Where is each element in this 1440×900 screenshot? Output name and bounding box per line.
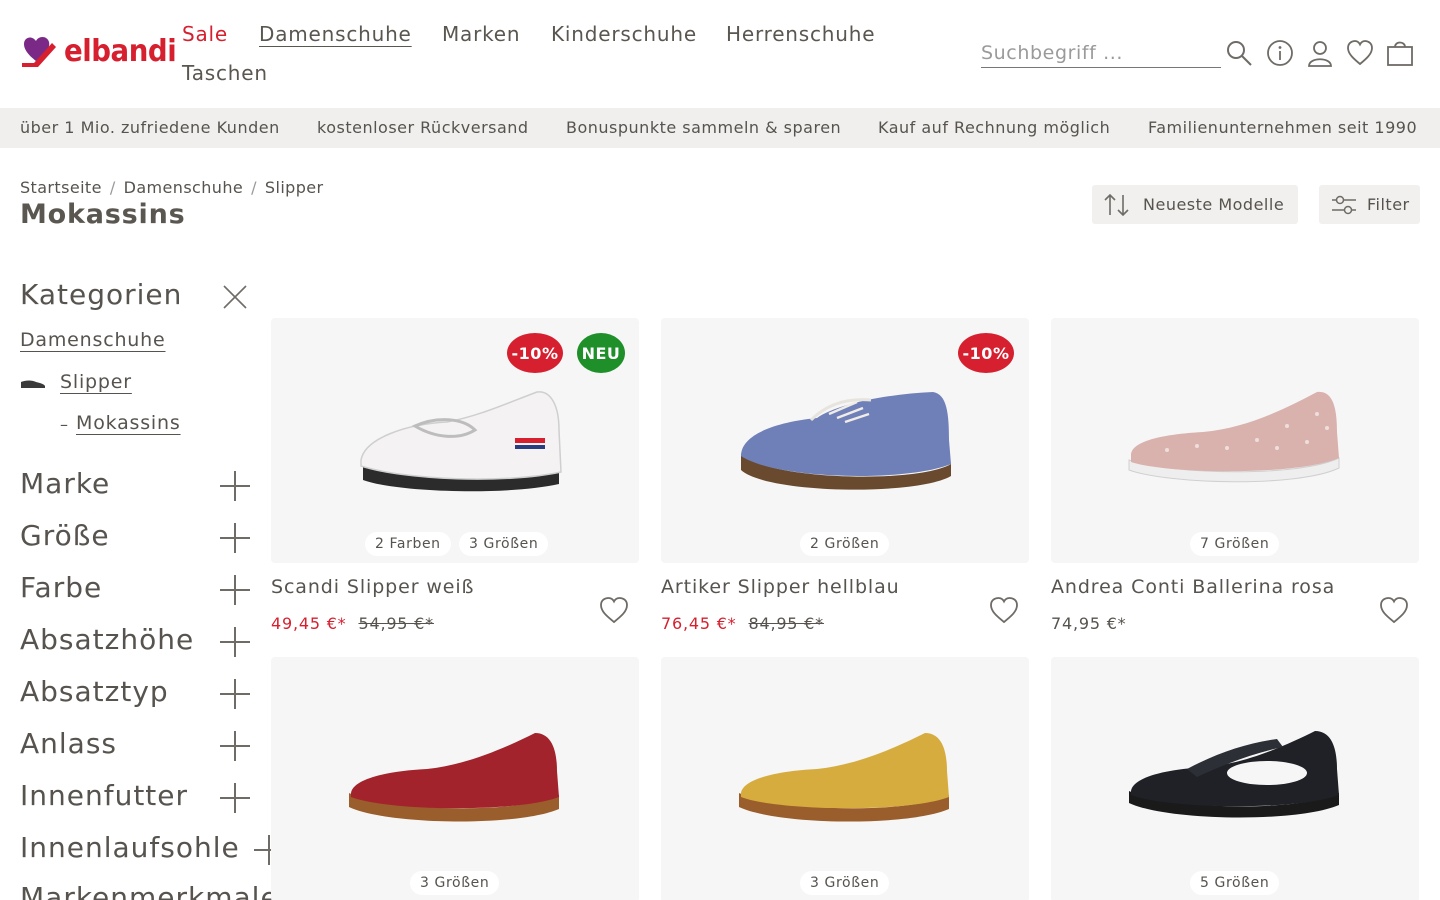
- product-name[interactable]: Andrea Conti Ballerina rosa: [1051, 576, 1335, 598]
- sizes-chip: 3 Größen: [800, 871, 890, 895]
- category-mokassins[interactable]: Mokassins: [76, 412, 181, 434]
- filter-label: Filter: [1367, 195, 1410, 214]
- sort-button[interactable]: Neueste Modelle: [1092, 185, 1298, 224]
- breadcrumb-slipper[interactable]: Slipper: [265, 178, 324, 197]
- usp-item: Kauf auf Rechnung möglich: [878, 118, 1111, 137]
- sort-arrows-icon: [1104, 193, 1129, 216]
- nav-damenschuhe[interactable]: Damenschuhe: [259, 22, 412, 46]
- info-icon[interactable]: [1266, 39, 1294, 67]
- filter-farbe[interactable]: Farbe: [20, 571, 102, 604]
- expand-plus-icon[interactable]: [220, 627, 250, 657]
- product-price: 76,45 €* 84,95 €*: [661, 614, 824, 633]
- expand-plus-icon[interactable]: [220, 523, 250, 553]
- sizes-chip: 3 Größen: [459, 532, 549, 556]
- product-name[interactable]: Artiker Slipper hellblau: [661, 576, 900, 598]
- filter-innenfutter[interactable]: Innenfutter: [20, 779, 188, 812]
- current-price: 74,95 €*: [1051, 614, 1127, 633]
- usp-item: Bonuspunkte sammeln & sparen: [566, 118, 842, 137]
- categories-heading: Kategorien: [20, 278, 183, 311]
- filter-groesse[interactable]: Größe: [20, 519, 110, 552]
- usp-item: kostenloser Rückversand: [317, 118, 529, 137]
- breadcrumb-separator: /: [109, 178, 116, 197]
- sizes-chip: 5 Größen: [1190, 871, 1280, 895]
- sort-label: Neueste Modelle: [1143, 195, 1285, 214]
- filter-absatzhoehe[interactable]: Absatzhöhe: [20, 623, 194, 656]
- category-slipper[interactable]: Slipper: [60, 371, 132, 393]
- usp-item: über 1 Mio. zufriedene Kunden: [20, 118, 280, 137]
- discount-badge: -10%: [958, 333, 1014, 373]
- filter-sliders-icon: [1332, 195, 1356, 214]
- breadcrumb: Startseite / Damenschuhe / Slipper: [20, 178, 324, 197]
- current-price: 76,45 €*: [661, 614, 737, 633]
- expand-plus-icon[interactable]: [220, 783, 250, 813]
- nav-marken[interactable]: Marken: [442, 22, 520, 46]
- product-image[interactable]: 5 Größen: [1051, 657, 1419, 900]
- logo-text: elbandi: [64, 34, 177, 69]
- colors-chip: 2 Farben: [365, 532, 451, 556]
- product-image[interactable]: 3 Größen: [661, 657, 1029, 900]
- discount-badge: -10%: [507, 333, 563, 373]
- product-image[interactable]: 3 Größen: [271, 657, 639, 900]
- site-header: elbandi Sale Damenschuhe Marken Kindersc…: [0, 0, 1440, 108]
- account-icon[interactable]: [1306, 39, 1334, 67]
- old-price: 54,95 €*: [358, 614, 434, 633]
- wishlist-heart-icon[interactable]: [989, 596, 1019, 624]
- current-price: 49,45 €*: [271, 614, 347, 633]
- nav-herrenschuhe[interactable]: Herrenschuhe: [726, 22, 875, 46]
- filter-absatztyp[interactable]: Absatztyp: [20, 675, 169, 708]
- filter-marke[interactable]: Marke: [20, 467, 110, 500]
- sizes-chip: 3 Größen: [410, 871, 500, 895]
- slipper-icon: [21, 380, 45, 388]
- cart-icon[interactable]: [1386, 39, 1414, 67]
- breadcrumb-startseite[interactable]: Startseite: [20, 178, 102, 197]
- sizes-chip: 2 Größen: [800, 532, 890, 556]
- subcategory-dash: –: [60, 415, 68, 434]
- page-title: Mokassins: [20, 199, 186, 230]
- expand-plus-icon[interactable]: [220, 575, 250, 605]
- product-price: 74,95 €*: [1051, 614, 1126, 633]
- new-badge: NEU: [577, 333, 625, 373]
- old-price: 84,95 €*: [748, 614, 824, 633]
- expand-plus-icon[interactable]: [220, 471, 250, 501]
- elbandi-logo[interactable]: elbandi: [20, 34, 186, 69]
- logo-heart-icon: [22, 36, 56, 67]
- sizes-chip: 7 Größen: [1190, 532, 1280, 556]
- wishlist-heart-icon[interactable]: [1379, 596, 1409, 624]
- product-image[interactable]: -10% NEU 2 Farben 3 Größen: [271, 318, 639, 563]
- wishlist-icon[interactable]: [1346, 39, 1374, 67]
- filter-innenlaufsohle[interactable]: Innenlaufsohle: [20, 831, 240, 864]
- nav-sale[interactable]: Sale: [182, 22, 228, 46]
- search-input[interactable]: Suchbegriff ...: [981, 42, 1221, 68]
- close-icon[interactable]: [222, 284, 248, 310]
- category-damenschuhe[interactable]: Damenschuhe: [20, 329, 165, 351]
- wishlist-heart-icon[interactable]: [599, 596, 629, 624]
- product-name[interactable]: Scandi Slipper weiß: [271, 576, 474, 598]
- shoe-image: [360, 391, 562, 492]
- usp-bar: über 1 Mio. zufriedene Kunden kostenlose…: [0, 108, 1440, 148]
- expand-plus-icon[interactable]: [220, 679, 250, 709]
- nav-kinderschuhe[interactable]: Kinderschuhe: [551, 22, 697, 46]
- breadcrumb-separator: /: [251, 178, 257, 197]
- product-image[interactable]: 7 Größen: [1051, 318, 1419, 563]
- nav-taschen[interactable]: Taschen: [182, 61, 268, 85]
- product-image[interactable]: -10% 2 Größen: [661, 318, 1029, 563]
- filter-button[interactable]: Filter: [1319, 185, 1420, 224]
- expand-plus-icon[interactable]: [220, 731, 250, 761]
- breadcrumb-damenschuhe[interactable]: Damenschuhe: [124, 178, 244, 197]
- search-icon[interactable]: [1225, 39, 1253, 67]
- filter-markenmerkmale[interactable]: Markenmerkmale: [20, 881, 279, 900]
- product-price: 49,45 €* 54,95 €*: [271, 614, 434, 633]
- filter-anlass[interactable]: Anlass: [20, 727, 117, 760]
- usp-item: Familienunternehmen seit 1990: [1148, 118, 1418, 137]
